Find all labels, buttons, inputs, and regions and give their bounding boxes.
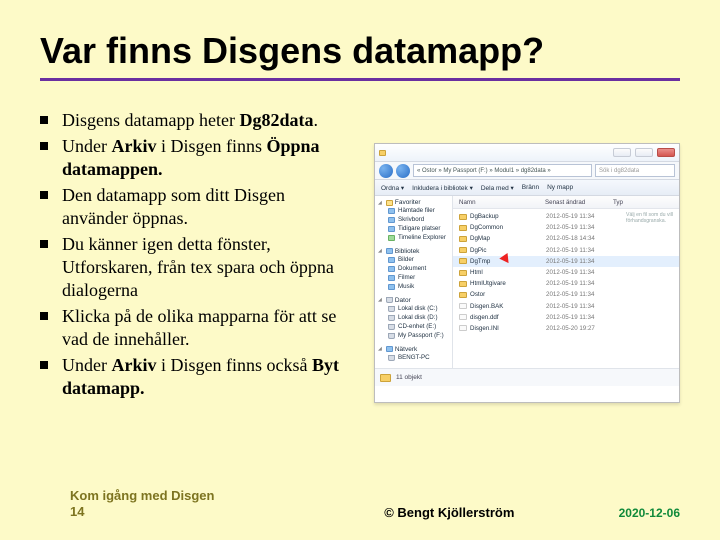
bullet-list: Disgens datamapp heter Dg82data. Under A… [40,109,350,403]
nav-item[interactable]: Bilder [378,256,449,265]
network-icon [386,346,393,352]
desktop-icon [388,217,395,223]
nav-item[interactable]: Filmer [378,274,449,283]
status-bar: 11 objekt [375,368,679,386]
bullet-item: Den datamapp som ditt Disgen använder öp… [62,184,350,230]
app-icon [388,235,395,241]
window-titlebar [375,144,679,162]
nav-item[interactable]: BENGT-PC [378,354,449,363]
nav-item[interactable]: My Passport (F:) [378,332,449,341]
folder-icon [459,281,467,287]
drive-icon [388,315,395,321]
folder-icon [380,374,391,382]
ext-drive-icon [388,333,395,339]
col-date[interactable]: Senast ändrad [545,199,613,206]
col-name[interactable]: Namn [453,199,545,206]
bullet-item: Disgens datamapp heter Dg82data. [62,109,350,132]
folder-icon [379,150,386,156]
nav-item[interactable]: Musik [378,283,449,292]
back-button[interactable] [379,164,393,178]
documents-icon [388,266,395,272]
star-icon [386,200,393,206]
title-rule [40,78,680,81]
nav-item[interactable]: Dokument [378,265,449,274]
bullet-item: Under Arkiv i Disgen finns Öppna datamap… [62,135,350,181]
forward-button[interactable] [396,164,410,178]
nav-favorites[interactable]: Favoriter [378,199,449,206]
file-list-pane: Namn Senast ändrad Typ DgBackup2012-05-1… [453,196,679,368]
folder-icon [459,270,467,276]
footer-left: Kom igång med Disgen14 [70,488,280,521]
status-text: 11 objekt [396,374,422,381]
file-row[interactable]: DgTmp2012-05-19 11:34 [453,256,679,267]
bullet-item: Under Arkiv i Disgen finns också Byt dat… [62,354,350,400]
file-row[interactable]: DgPic2012-05-19 11:34 [453,245,679,256]
nav-network[interactable]: Nätverk [378,346,449,353]
file-icon [459,325,467,331]
file-row[interactable]: disgen.ddf2012-05-19 11:34 [453,312,679,323]
slide-title: Var finns Disgens datamapp? [40,30,680,72]
toolbar-share[interactable]: Dela med ▾ [481,184,514,192]
file-row[interactable]: Ostor2012-05-19 11:34 [453,289,679,300]
file-row[interactable]: Html2012-05-19 11:34 [453,267,679,278]
folder-icon [459,225,467,231]
address-bar-row: « Ostor » My Passport (F:) » Modul1 » dg… [375,162,679,180]
file-row[interactable]: DgMap2012-05-18 14:34 [453,233,679,244]
explorer-body: Favoriter Hämtade filer Skrivbord Tidiga… [375,196,679,368]
nav-item[interactable]: Lokal disk (C:) [378,305,449,314]
footer-copyright: © Bengt Kjöllerström [280,505,619,520]
library-icon [386,248,393,254]
toolbar-organize[interactable]: Ordna ▾ [381,184,404,192]
folder-icon [459,214,467,220]
breadcrumb[interactable]: « Ostor » My Passport (F:) » Modul1 » dg… [413,164,592,177]
nav-item[interactable]: Skrivbord [378,216,449,225]
folder-icon [459,236,467,242]
nav-item[interactable]: Timeline Explorer [378,234,449,243]
file-icon [459,303,467,309]
cd-icon [388,324,395,330]
toolbar-newfolder[interactable]: Ny mapp [547,184,573,191]
nav-computer[interactable]: Dator [378,297,449,304]
file-row[interactable]: HtmlUtgivare2012-05-19 11:34 [453,278,679,289]
nav-pane: Favoriter Hämtade filer Skrivbord Tidiga… [375,196,453,368]
videos-icon [388,275,395,281]
search-input[interactable]: Sök i dg82data [595,164,675,177]
folder-icon [459,247,467,253]
minimize-button[interactable] [613,148,631,157]
nav-item[interactable]: Lokal disk (D:) [378,314,449,323]
toolbar-burn[interactable]: Bränn [522,184,539,191]
music-icon [388,284,395,290]
drive-icon [388,306,395,312]
close-button[interactable] [657,148,675,157]
nav-item[interactable]: Tidigare platser [378,225,449,234]
bullet-item: Klicka på de olika mapparna för att se v… [62,305,350,351]
maximize-button[interactable] [635,148,653,157]
folder-icon [388,208,395,214]
explorer-window: « Ostor » My Passport (F:) » Modul1 » dg… [374,143,680,403]
nav-item[interactable]: Hämtade filer [378,207,449,216]
nav-item[interactable]: CD-enhet (E:) [378,323,449,332]
file-rows: DgBackup2012-05-19 11:34 DgCommon2012-05… [453,209,679,368]
bullet-item: Du känner igen detta fönster, Utforskare… [62,233,350,302]
file-row[interactable]: Disgen.BAK2012-05-19 11:34 [453,301,679,312]
col-type[interactable]: Typ [613,199,679,206]
column-headers: Namn Senast ändrad Typ [453,196,679,209]
screenshot-area: « Ostor » My Passport (F:) » Modul1 » dg… [358,109,680,403]
pc-icon [388,355,395,361]
preview-hint: Välj en fil som du vill förhandsgranska. [626,213,676,225]
folder-icon [459,258,467,264]
toolbar-include[interactable]: Inkludera i bibliotek ▾ [412,184,473,192]
folder-icon [459,292,467,298]
content-row: Disgens datamapp heter Dg82data. Under A… [40,109,680,403]
footer-date: 2020-12-06 [619,506,680,520]
pictures-icon [388,257,395,263]
toolbar: Ordna ▾ Inkludera i bibliotek ▾ Dela med… [375,180,679,196]
footer: Kom igång med Disgen14 © Bengt Kjöllerst… [0,488,720,521]
file-icon [459,314,467,320]
file-row[interactable]: Disgen.INI2012-05-20 19:27 [453,323,679,334]
nav-libraries[interactable]: Bibliotek [378,248,449,255]
recent-icon [388,226,395,232]
computer-icon [386,297,393,303]
